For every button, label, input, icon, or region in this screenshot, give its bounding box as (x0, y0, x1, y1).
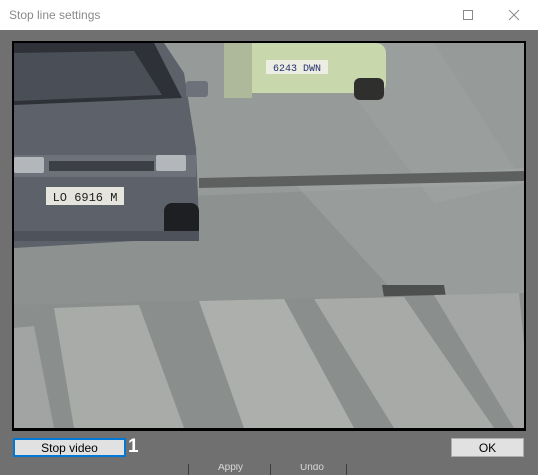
underlying-window-strip: Apply Undo (188, 464, 348, 475)
maximize-button[interactable] (446, 0, 490, 30)
maximize-icon (463, 10, 473, 20)
stop-video-button[interactable]: Stop video (13, 438, 126, 457)
close-button[interactable] (492, 0, 536, 30)
underlying-undo-label: Undo (300, 464, 324, 473)
ok-button[interactable]: OK (451, 438, 524, 457)
window-title: Stop line settings (9, 8, 101, 22)
street-scene: 6243 DWN LO 6916 M (14, 43, 524, 428)
close-icon (508, 9, 520, 21)
title-bar: Stop line settings (0, 0, 538, 30)
callout-number: 1 (128, 436, 139, 457)
gray-car-plate: LO 6916 M (53, 191, 118, 205)
underlying-apply-label: Apply (218, 464, 244, 473)
white-car-plate: 6243 DWN (273, 64, 321, 75)
video-preview[interactable]: 6243 DWN LO 6916 M (14, 43, 524, 428)
